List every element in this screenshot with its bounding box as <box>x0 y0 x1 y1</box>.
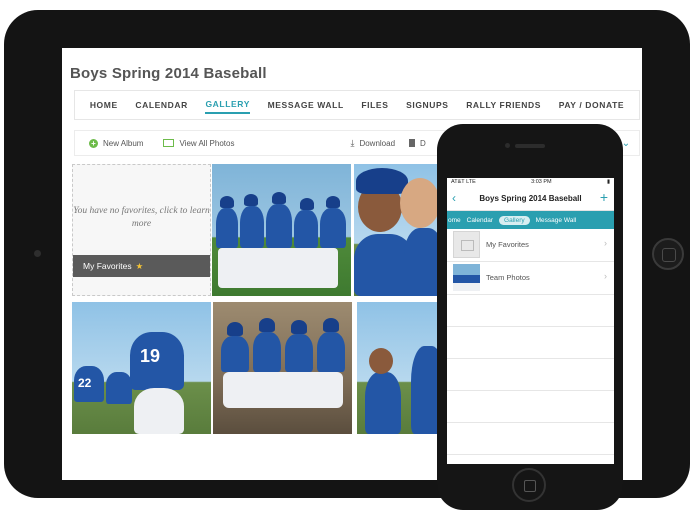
page-title: Boys Spring 2014 Baseball <box>70 65 267 82</box>
list-item <box>447 327 614 359</box>
album-label: My Favorites <box>486 240 529 249</box>
list-item <box>447 423 614 455</box>
tablet-camera <box>34 250 41 257</box>
plus-icon[interactable]: + <box>600 189 608 205</box>
chevron-right-icon: › <box>604 271 607 281</box>
main-nav: HOME CALENDAR GALLERY MESSAGE WALL FILES… <box>74 90 640 120</box>
view-all-photos-button[interactable]: View All Photos <box>163 139 234 148</box>
nav-rally-friends[interactable]: RALLY FRIENDS <box>466 97 541 113</box>
phone-screen: AT&T LTE 3:03 PM ▮ ‹ Boys Spring 2014 Ba… <box>447 178 614 464</box>
download-label: Download <box>359 138 396 148</box>
download-button[interactable]: ⤓ Download <box>350 138 395 149</box>
photo-player-19[interactable]: 19 22 <box>72 302 211 434</box>
chevron-right-icon: › <box>604 238 607 248</box>
list-item <box>447 391 614 423</box>
battery-icon: ▮ <box>606 179 610 185</box>
nav-home[interactable]: HOME <box>90 97 118 113</box>
star-icon: ★ <box>135 261 144 271</box>
nav-signups[interactable]: SIGNUPS <box>406 97 448 113</box>
list-item <box>447 359 614 391</box>
nav-message-wall[interactable]: MESSAGE WALL <box>268 97 344 113</box>
tablet-home-button[interactable] <box>652 238 684 270</box>
tab-message-wall[interactable]: Message Wall <box>536 217 577 224</box>
phone-speaker <box>515 144 545 148</box>
favorites-empty-text: You have no favorites, click to learn mo… <box>73 206 210 229</box>
photo-player-closeup[interactable] <box>354 164 444 296</box>
nav-files[interactable]: FILES <box>361 97 388 113</box>
view-all-photos-label: View All Photos <box>179 138 235 148</box>
phone-device: AT&T LTE 3:03 PM ▮ ‹ Boys Spring 2014 Ba… <box>437 124 623 510</box>
album-thumb-photo <box>453 264 480 291</box>
tab-gallery[interactable]: Gallery <box>499 215 530 225</box>
delete-button[interactable]: D <box>409 139 426 148</box>
album-row-team-photos[interactable]: Team Photos › <box>447 262 614 295</box>
photo-team-dugout[interactable] <box>213 302 352 434</box>
nav-gallery[interactable]: GALLERY <box>205 96 250 114</box>
phone-home-button[interactable] <box>512 468 546 502</box>
plus-icon: + <box>89 138 98 148</box>
nav-pay-donate[interactable]: PAY / DONATE <box>559 97 624 113</box>
phone-titlebar: ‹ Boys Spring 2014 Baseball + <box>447 188 614 211</box>
time-label: 3:03 PM <box>531 179 552 185</box>
favorites-bar: My Favorites ★ <box>73 255 210 277</box>
new-album-button[interactable]: + New Album <box>89 138 144 148</box>
list-item <box>447 295 614 327</box>
favorites-album[interactable]: You have no favorites, click to learn mo… <box>72 164 211 296</box>
trash-icon <box>409 139 416 147</box>
photo-icon <box>163 139 175 147</box>
favorites-label: My Favorites <box>83 261 132 271</box>
tab-home[interactable]: ome <box>448 217 461 224</box>
phone-camera <box>505 143 510 148</box>
album-row-favorites[interactable]: My Favorites › <box>447 229 614 262</box>
carrier-label: AT&T LTE <box>451 179 476 185</box>
phone-title: Boys Spring 2014 Baseball <box>479 194 582 203</box>
tab-calendar[interactable]: Calendar <box>467 217 493 224</box>
download-icon: ⤓ <box>350 137 355 148</box>
new-album-label: New Album <box>103 138 144 148</box>
phone-tabs: ome Calendar Gallery Message Wall <box>447 211 614 229</box>
photo-celebration[interactable] <box>357 302 447 434</box>
status-bar: AT&T LTE 3:03 PM ▮ <box>447 178 614 188</box>
album-label: Team Photos <box>486 273 530 282</box>
photo-team-lineup[interactable] <box>212 164 351 296</box>
delete-label: D <box>420 138 426 148</box>
nav-calendar[interactable]: CALENDAR <box>135 97 188 113</box>
album-thumb-empty <box>453 231 480 258</box>
